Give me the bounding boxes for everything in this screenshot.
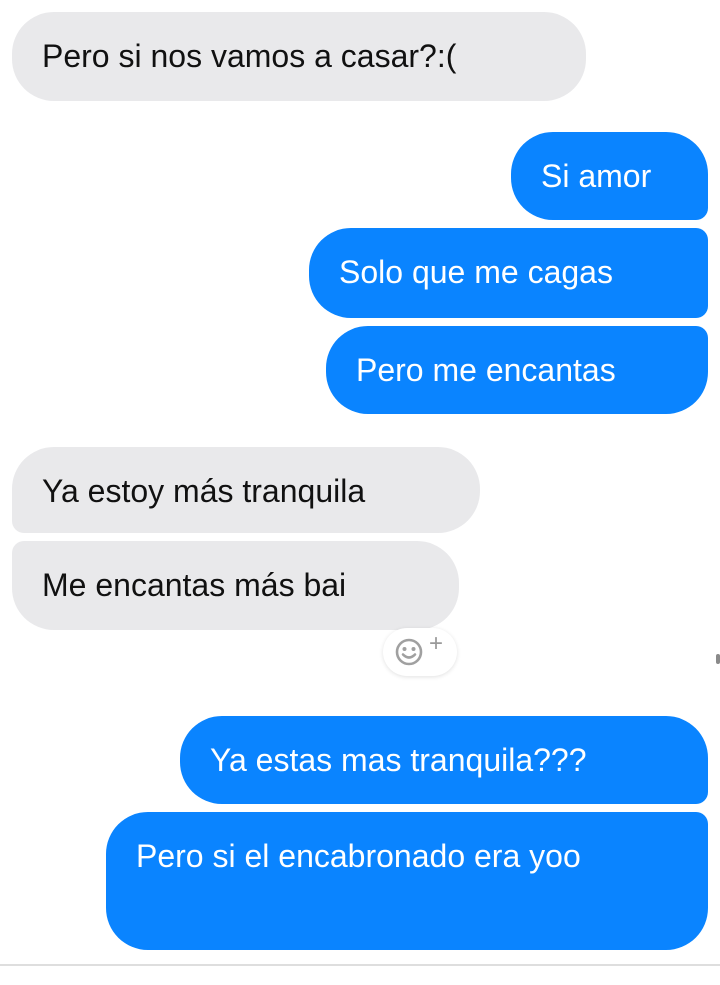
plus-icon: + [429,630,444,657]
outgoing-message[interactable]: Ya estas mas tranquila??? [180,716,708,804]
scroll-indicator [716,654,720,664]
incoming-message[interactable]: Me encantas más bai [12,541,459,630]
outgoing-message[interactable]: Solo que me cagas [309,228,708,318]
incoming-message[interactable]: Pero si nos vamos a casar?:( [12,12,586,101]
smiley-add-icon [395,638,423,666]
outgoing-message[interactable]: Pero si el encabronado era yoo [106,812,708,950]
outgoing-message[interactable]: Pero me encantas [326,326,708,414]
outgoing-message[interactable]: Si amor [511,132,708,220]
chat-thread: Pero si nos vamos a casar?:( Si amor Sol… [0,0,720,985]
incoming-message[interactable]: Ya estoy más tranquila [12,447,480,533]
divider [0,964,720,966]
add-reaction-button[interactable]: + [383,628,457,676]
